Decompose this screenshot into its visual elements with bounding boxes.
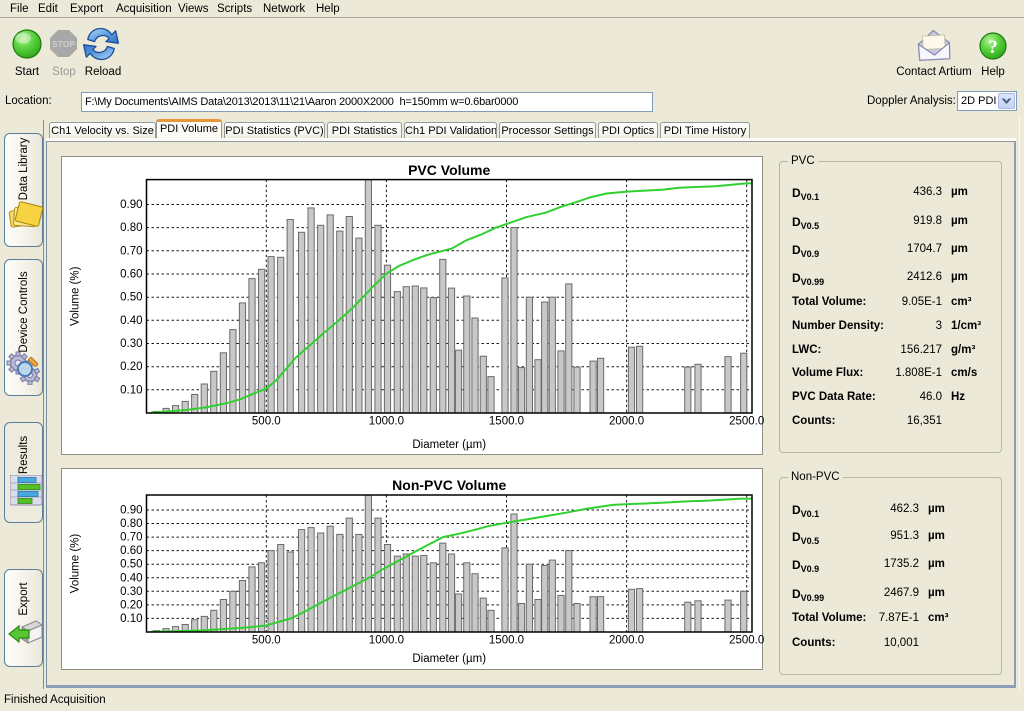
svg-text:2000.0: 2000.0 [609,416,644,428]
svg-text:0.50: 0.50 [120,292,142,304]
svg-text:0.80: 0.80 [120,222,142,234]
svg-text:1000.0: 1000.0 [369,416,404,428]
svg-text:0.90: 0.90 [120,505,142,517]
svg-text:0.60: 0.60 [120,269,142,281]
svg-text:Diameter (µm): Diameter (µm) [412,439,486,451]
svg-text:500.0: 500.0 [252,416,281,428]
svg-text:0.20: 0.20 [120,361,142,373]
svg-text:0.60: 0.60 [120,545,142,557]
svg-text:0.40: 0.40 [120,315,142,327]
svg-text:2000.0: 2000.0 [609,635,644,647]
svg-text:1500.0: 1500.0 [489,416,524,428]
svg-text:?: ? [988,37,998,58]
svg-text:500.0: 500.0 [252,635,281,647]
svg-text:0.20: 0.20 [120,599,142,611]
svg-text:0.10: 0.10 [120,384,142,396]
svg-text:Diameter (µm): Diameter (µm) [412,653,486,665]
svg-text:1500.0: 1500.0 [489,635,524,647]
svg-text:0.50: 0.50 [120,559,142,571]
svg-text:Data Library: Data Library [18,137,30,200]
svg-text:Non-PVC Volume: Non-PVC Volume [392,477,506,493]
svg-text:0.10: 0.10 [120,613,142,625]
svg-text:0.40: 0.40 [120,572,142,584]
svg-text:Results: Results [18,436,30,475]
svg-text:0.70: 0.70 [120,245,142,257]
svg-text:2500.0: 2500.0 [729,416,764,428]
svg-text:1000.0: 1000.0 [369,635,404,647]
svg-text:0.70: 0.70 [120,532,142,544]
svg-text:0.30: 0.30 [120,338,142,350]
svg-text:2500.0: 2500.0 [729,635,764,647]
svg-text:Device Controls: Device Controls [18,271,30,352]
svg-text:0.90: 0.90 [120,199,142,211]
svg-text:0.30: 0.30 [120,586,142,598]
svg-text:0.80: 0.80 [120,518,142,530]
svg-text:STOP: STOP [52,39,75,49]
svg-text:Volume (%): Volume (%) [70,266,82,326]
svg-text:PVC Volume: PVC Volume [408,162,490,178]
svg-text:Volume (%): Volume (%) [70,534,82,594]
svg-text:Export: Export [18,582,30,616]
